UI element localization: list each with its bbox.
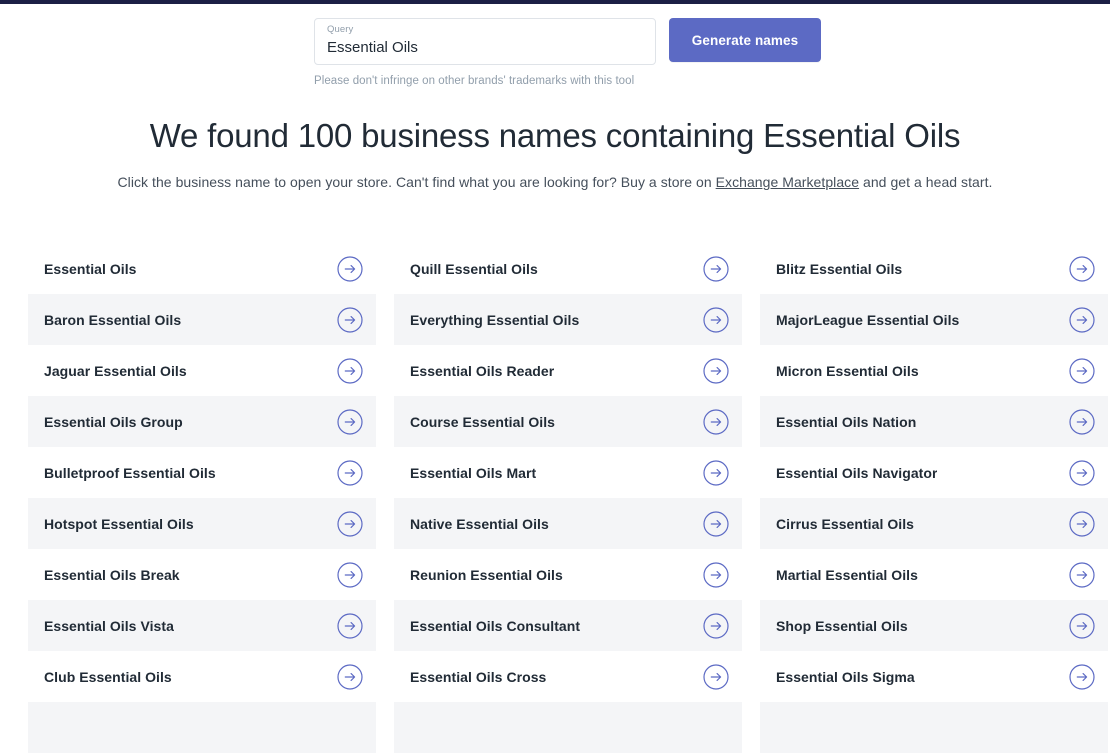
business-name-row[interactable]: Essential Oils bbox=[28, 243, 376, 294]
trademark-helper-text: Please don't infringe on other brands' t… bbox=[314, 75, 635, 87]
arrow-right-circle-icon[interactable] bbox=[1069, 663, 1095, 690]
business-name-label: Reunion Essential Oils bbox=[410, 566, 563, 583]
business-name-row[interactable]: Everything Essential Oils bbox=[394, 294, 742, 345]
business-name-label: Baron Essential Oils bbox=[44, 311, 182, 328]
business-name-label: Essential Oils Vista bbox=[44, 617, 174, 634]
business-name-label: Blitz Essential Oils bbox=[776, 260, 903, 277]
business-name-row[interactable]: Quill Essential Oils bbox=[394, 243, 742, 294]
business-name-label: Essential Oils Reader bbox=[410, 362, 555, 379]
business-name-label: Hotspot Essential Oils bbox=[44, 515, 194, 532]
subtitle-text-after: and get a head start. bbox=[859, 174, 993, 190]
business-name-row bbox=[394, 702, 742, 753]
arrow-right-circle-icon[interactable] bbox=[703, 408, 729, 435]
page-root: Query Essential Oils Generate names Plea… bbox=[0, 4, 1110, 753]
business-name-row[interactable]: Essential Oils Nation bbox=[760, 396, 1108, 447]
business-name-row[interactable]: Hotspot Essential Oils bbox=[28, 498, 376, 549]
business-name-results-grid: Essential Oils Quill Essential Oils Blitz … bbox=[28, 243, 1108, 753]
arrow-right-circle-icon[interactable] bbox=[1069, 255, 1095, 282]
arrow-right-circle-icon[interactable] bbox=[703, 255, 729, 282]
arrow-right-circle-icon[interactable] bbox=[1069, 408, 1095, 435]
business-name-label: Everything Essential Oils bbox=[410, 311, 580, 328]
arrow-right-circle-icon[interactable] bbox=[1069, 510, 1095, 537]
business-name-row[interactable]: Essential Oils Reader bbox=[394, 345, 742, 396]
business-name-label: Essential Oils Navigator bbox=[776, 464, 938, 481]
column-gutter bbox=[742, 243, 760, 753]
business-name-row[interactable]: Jaguar Essential Oils bbox=[28, 345, 376, 396]
business-name-row[interactable]: Blitz Essential Oils bbox=[760, 243, 1108, 294]
arrow-right-circle-icon[interactable] bbox=[1069, 612, 1095, 639]
subtitle-text-before: Click the business name to open your sto… bbox=[117, 174, 716, 190]
arrow-right-circle-icon[interactable] bbox=[703, 561, 729, 588]
business-name-row[interactable]: Shop Essential Oils bbox=[760, 600, 1108, 651]
business-name-label: Martial Essential Oils bbox=[776, 566, 918, 583]
business-name-label: Essential Oils Break bbox=[44, 566, 180, 583]
business-name-row[interactable]: Reunion Essential Oils bbox=[394, 549, 742, 600]
business-name-label: MajorLeague Essential Oils bbox=[776, 311, 960, 328]
business-name-row[interactable]: Bulletproof Essential Oils bbox=[28, 447, 376, 498]
generate-names-button[interactable]: Generate names bbox=[669, 18, 821, 62]
business-name-label: Essential Oils Group bbox=[44, 413, 183, 430]
arrow-right-circle-icon[interactable] bbox=[1069, 561, 1095, 588]
arrow-right-circle-icon[interactable] bbox=[337, 357, 363, 384]
business-name-row[interactable]: Essential Oils Navigator bbox=[760, 447, 1108, 498]
business-name-row[interactable]: Essential Oils Mart bbox=[394, 447, 742, 498]
business-name-label: Essential Oils Consultant bbox=[410, 617, 581, 634]
business-name-row[interactable]: Essential Oils Group bbox=[28, 396, 376, 447]
arrow-right-circle-icon[interactable] bbox=[703, 306, 729, 333]
arrow-right-circle-icon[interactable] bbox=[337, 459, 363, 486]
arrow-right-circle-icon[interactable] bbox=[337, 663, 363, 690]
business-name-label: Essential Oils Sigma bbox=[776, 668, 915, 685]
query-input-value: Essential Oils bbox=[327, 39, 418, 56]
business-name-row[interactable]: Essential Oils Sigma bbox=[760, 651, 1108, 702]
arrow-right-circle-icon[interactable] bbox=[703, 663, 729, 690]
arrow-right-circle-icon[interactable] bbox=[703, 612, 729, 639]
business-name-row[interactable]: Essential Oils Break bbox=[28, 549, 376, 600]
business-name-row bbox=[28, 702, 376, 753]
business-name-label: Essential Oils Mart bbox=[410, 464, 537, 481]
business-name-row[interactable]: Micron Essential Oils bbox=[760, 345, 1108, 396]
business-name-label: Essential Oils Cross bbox=[410, 668, 547, 685]
business-name-label: Cirrus Essential Oils bbox=[776, 515, 914, 532]
arrow-right-circle-icon[interactable] bbox=[337, 612, 363, 639]
business-name-row[interactable]: Cirrus Essential Oils bbox=[760, 498, 1108, 549]
business-name-row[interactable]: Native Essential Oils bbox=[394, 498, 742, 549]
arrow-right-circle-icon[interactable] bbox=[337, 255, 363, 282]
business-name-row[interactable]: MajorLeague Essential Oils bbox=[760, 294, 1108, 345]
business-name-row[interactable]: Baron Essential Oils bbox=[28, 294, 376, 345]
business-name-row[interactable]: Essential Oils Cross bbox=[394, 651, 742, 702]
exchange-marketplace-link[interactable]: Exchange Marketplace bbox=[716, 174, 859, 190]
arrow-right-circle-icon[interactable] bbox=[703, 459, 729, 486]
business-name-label: Quill Essential Oils bbox=[410, 260, 538, 277]
business-name-label: Jaguar Essential Oils bbox=[44, 362, 187, 379]
business-name-row[interactable]: Essential Oils Consultant bbox=[394, 600, 742, 651]
arrow-right-circle-icon[interactable] bbox=[337, 561, 363, 588]
business-name-label: Bulletproof Essential Oils bbox=[44, 464, 216, 481]
business-name-label: Shop Essential Oils bbox=[776, 617, 908, 634]
business-name-label: Native Essential Oils bbox=[410, 515, 549, 532]
results-subtitle: Click the business name to open your sto… bbox=[0, 172, 1110, 192]
arrow-right-circle-icon[interactable] bbox=[1069, 306, 1095, 333]
business-name-row[interactable]: Club Essential Oils bbox=[28, 651, 376, 702]
business-name-label: Club Essential Oils bbox=[44, 668, 172, 685]
search-row: Query Essential Oils Generate names bbox=[314, 18, 824, 66]
arrow-right-circle-icon[interactable] bbox=[337, 510, 363, 537]
business-name-label: Course Essential Oils bbox=[410, 413, 555, 430]
business-name-row[interactable]: Martial Essential Oils bbox=[760, 549, 1108, 600]
business-name-row[interactable]: Course Essential Oils bbox=[394, 396, 742, 447]
business-name-label: Essential Oils bbox=[44, 260, 137, 277]
business-name-row bbox=[760, 702, 1108, 753]
arrow-right-circle-icon[interactable] bbox=[337, 306, 363, 333]
arrow-right-circle-icon[interactable] bbox=[1069, 357, 1095, 384]
column-gutter bbox=[376, 243, 394, 753]
query-input[interactable]: Query Essential Oils bbox=[314, 18, 656, 65]
query-input-label: Query bbox=[327, 24, 354, 35]
arrow-right-circle-icon[interactable] bbox=[703, 357, 729, 384]
arrow-right-circle-icon[interactable] bbox=[1069, 459, 1095, 486]
arrow-right-circle-icon[interactable] bbox=[703, 510, 729, 537]
arrow-right-circle-icon[interactable] bbox=[337, 408, 363, 435]
business-name-label: Micron Essential Oils bbox=[776, 362, 919, 379]
page-title: We found 100 business names containing E… bbox=[149, 117, 961, 154]
business-name-label: Essential Oils Nation bbox=[776, 413, 917, 430]
business-name-row[interactable]: Essential Oils Vista bbox=[28, 600, 376, 651]
